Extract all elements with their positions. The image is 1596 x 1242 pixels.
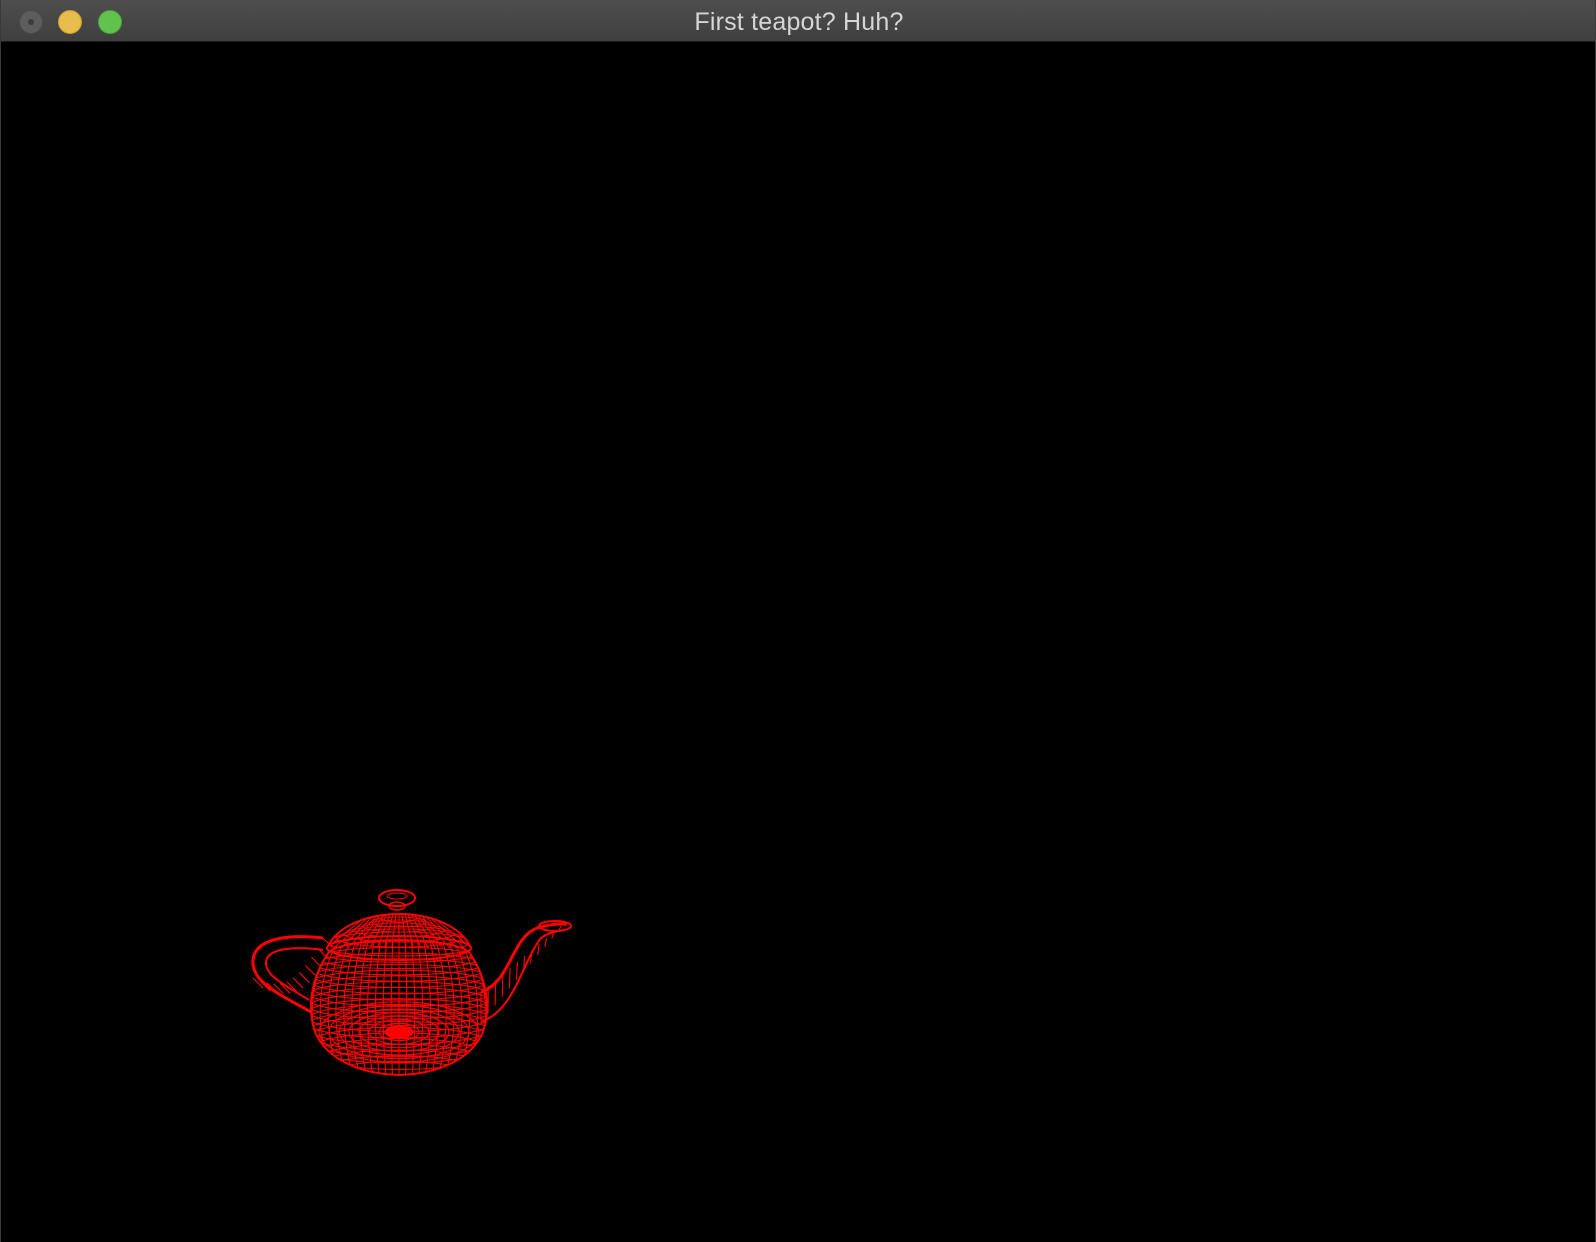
render-viewport[interactable]: [1, 42, 1595, 1242]
teapot-wireframe: [251, 889, 572, 1077]
window-title: First teapot? Huh?: [694, 8, 904, 36]
app-window: First teapot? Huh?: [0, 0, 1596, 1242]
title-bar[interactable]: First teapot? Huh?: [1, 0, 1595, 42]
